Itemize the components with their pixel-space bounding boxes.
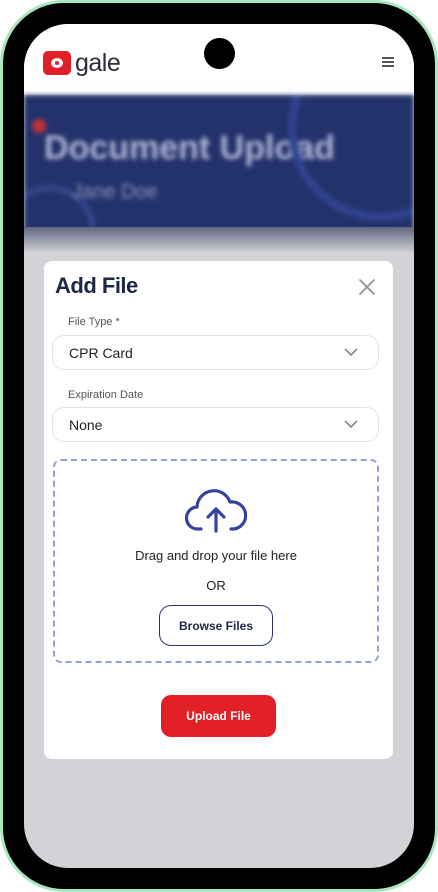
- menu-icon-line: [382, 65, 394, 67]
- menu-icon-line: [382, 57, 394, 59]
- chevron-down-icon: [344, 420, 358, 429]
- hero-shadow: [24, 227, 414, 253]
- file-dropzone[interactable]: Drag and drop your file here OR Browse F…: [53, 459, 379, 663]
- hero-title: Document Upload: [44, 129, 335, 167]
- hero-banner: Document Upload Jane Doe: [24, 95, 414, 243]
- expiration-date-label: Expiration Date: [68, 389, 144, 401]
- file-type-label: File Type *: [68, 316, 120, 328]
- dropzone-instructions: Drag and drop your file here: [135, 548, 297, 563]
- logo[interactable]: gale: [43, 49, 121, 77]
- logo-text: gale: [75, 49, 121, 77]
- file-type-select[interactable]: CPR Card: [52, 335, 379, 370]
- upload-file-button[interactable]: Upload File: [161, 695, 276, 737]
- expiration-date-value: None: [69, 417, 103, 433]
- file-type-value: CPR Card: [69, 345, 133, 361]
- expiration-date-select[interactable]: None: [52, 407, 379, 442]
- browse-files-button[interactable]: Browse Files: [159, 605, 273, 646]
- camera-notch: [204, 38, 235, 69]
- logo-mark-icon: [43, 51, 71, 75]
- cloud-upload-icon: [185, 489, 247, 533]
- modal-title: Add File: [55, 273, 138, 298]
- dropzone-or-divider: OR: [206, 578, 226, 593]
- menu-icon-line: [382, 61, 394, 63]
- close-icon[interactable]: [357, 277, 377, 297]
- hero-subtitle: Jane Doe: [72, 181, 158, 203]
- screen: gale Document Upload Jane Doe Add File F…: [24, 24, 414, 868]
- chevron-down-icon: [344, 348, 358, 357]
- add-file-modal: Add File File Type * CPR Card Expiration…: [44, 261, 393, 759]
- menu-icon[interactable]: [382, 57, 394, 67]
